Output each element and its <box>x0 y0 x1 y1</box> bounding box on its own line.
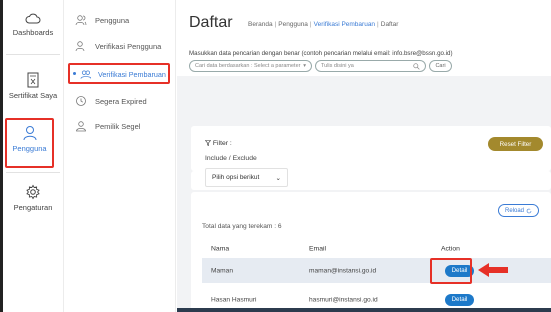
cell-email: hasmuri@instansi.go.id <box>309 296 378 303</box>
column-header-action: Action <box>441 245 460 253</box>
rail-item-pengaturan[interactable]: Pengaturan <box>4 184 62 212</box>
search-icon <box>413 62 420 70</box>
refresh-icon <box>526 208 532 213</box>
cell-nama: Maman <box>211 267 233 274</box>
search-hint: Masukkan data pencarian dengan benar (co… <box>189 50 453 57</box>
rail-edge <box>0 0 3 312</box>
submenu-label: Pengguna <box>95 15 130 25</box>
detail-highlight-box <box>430 258 472 284</box>
submenu-item-pemilik-segel[interactable]: Pemilik Segel <box>75 117 140 135</box>
detail-button[interactable]: Detail <box>445 293 474 306</box>
column-header-nama: Nama <box>211 245 230 253</box>
submenu-label: Verifikasi Pengguna <box>95 41 162 51</box>
rail-item-dashboards[interactable]: Dashboards <box>4 13 62 37</box>
reload-button[interactable]: Reload <box>498 204 539 217</box>
submenu: Pengguna Verifikasi Pengguna Verifikasi … <box>65 0 176 312</box>
icon-rail: Dashboards Sertifikat Saya Pengguna Peng… <box>0 0 64 312</box>
divider <box>6 172 60 173</box>
submenu-item-segera-expired[interactable]: Segera Expired <box>75 92 147 110</box>
filter-card: Filter : Include / Exclude Pilih opsi be… <box>191 126 551 187</box>
submenu-label: Verifikasi Pembaruan <box>98 69 166 79</box>
breadcrumb: Beranda | Pengguna | Verifikasi Pembaruan | Da… <box>248 21 399 28</box>
total-records: Total data yang terekam : 6 <box>202 223 282 230</box>
parameter-select-label: Cari data berdasarkan : Select a paramet… <box>195 63 301 69</box>
cloud-icon <box>25 13 41 24</box>
user-seal-icon <box>76 121 86 132</box>
include-exclude-select[interactable]: Pilih opsi berikut ⌄ <box>205 168 288 187</box>
active-dot <box>73 72 76 75</box>
users-icon <box>75 15 87 26</box>
submenu-item-pengguna[interactable]: Pengguna <box>75 11 129 29</box>
users-refresh-icon <box>80 69 91 79</box>
chevron-down-icon: ▾ <box>303 63 306 69</box>
submenu-label: Pemilik Segel <box>95 121 141 131</box>
search-input-placeholder: Tulis disini ya <box>321 63 354 69</box>
breadcrumb-beranda[interactable]: Beranda <box>248 21 273 28</box>
submenu-label: Segera Expired <box>95 96 147 106</box>
filter-title: Filter : <box>204 140 232 147</box>
filter-icon <box>204 140 212 146</box>
user-check-icon <box>75 41 85 52</box>
bottom-strip <box>177 308 551 312</box>
column-header-email: Email <box>309 245 326 253</box>
cell-email: maman@instansi.go.id <box>309 267 377 274</box>
certificate-icon <box>27 72 39 88</box>
divider <box>6 54 60 55</box>
submenu-item-verifikasi-pembaruan[interactable]: Verifikasi Pembaruan <box>68 63 170 84</box>
rail-label: Pengaturan <box>13 203 53 212</box>
user-icon <box>23 126 36 141</box>
page-header: Daftar Beranda | Pengguna | Verifikasi Pemba… <box>177 0 551 76</box>
pointer-arrow-icon <box>478 263 508 277</box>
breadcrumb-daftar: Daftar <box>380 21 399 28</box>
search-bar: Cari data berdasarkan : Select a paramet… <box>189 60 455 72</box>
rail-item-pengguna[interactable]: Pengguna <box>5 118 54 168</box>
select-value: Pilih opsi berikut <box>212 174 260 181</box>
rail-item-sertifikat[interactable]: Sertifikat Saya <box>4 72 62 100</box>
submenu-item-verifikasi-pengguna[interactable]: Verifikasi Pengguna <box>75 37 161 55</box>
reset-filter-button[interactable]: Reset Filter <box>488 137 543 151</box>
breadcrumb-pengguna[interactable]: Pengguna <box>278 21 308 28</box>
rail-label: Dashboards <box>12 28 54 37</box>
rail-label: Pengguna <box>12 144 47 153</box>
include-exclude-label: Include / Exclude <box>205 155 257 162</box>
table-card: Reload Total data yang terekam : 6 Nama … <box>191 192 551 312</box>
search-button[interactable]: Cari <box>429 60 452 72</box>
search-input[interactable]: Tulis disini ya <box>315 60 426 72</box>
cell-nama: Hasan Hasmuri <box>211 296 257 303</box>
rail-label: Sertifikat Saya <box>8 91 58 100</box>
table-header: Nama Email Action <box>202 240 551 258</box>
page-title: Daftar <box>189 14 233 31</box>
reload-label: Reload <box>504 207 524 214</box>
filter-title-text: Filter : <box>212 140 232 147</box>
gear-icon <box>26 184 40 200</box>
chevron-down-icon: ⌄ <box>275 174 281 182</box>
parameter-select[interactable]: Cari data berdasarkan : Select a paramet… <box>189 60 312 72</box>
clock-icon <box>76 96 86 106</box>
breadcrumb-verifikasi-pembaruan[interactable]: Verifikasi Pembaruan <box>314 21 375 28</box>
